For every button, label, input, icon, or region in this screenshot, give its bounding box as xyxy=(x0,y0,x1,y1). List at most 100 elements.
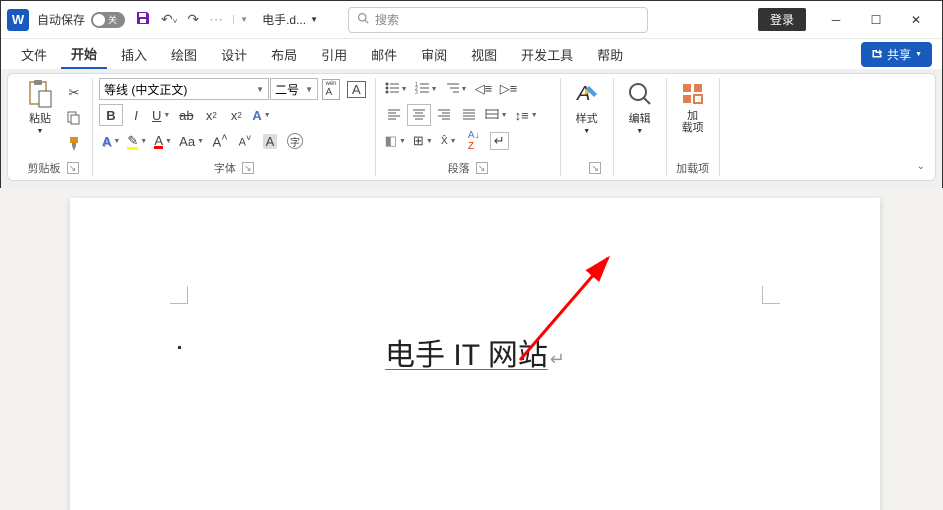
underline-button[interactable]: U▼ xyxy=(149,104,173,126)
shrink-font-button[interactable]: A˅ xyxy=(233,130,257,152)
title-bar: W 自动保存 关 ↶˅ ↷ ⋯ ▼ 电手.d... ▼ 搜索 登录 ─ ☐ ✕ xyxy=(1,1,942,39)
decrease-indent-button[interactable]: ◁≡ xyxy=(471,78,495,100)
svg-text:A: A xyxy=(576,83,590,105)
ribbon: 粘贴 ▼ ✂ 剪贴板↘ 等线 (中文正文)▼ 二号▼ wénA A B xyxy=(7,73,936,181)
align-left-icon xyxy=(387,108,401,123)
tab-insert[interactable]: 插入 xyxy=(111,41,157,68)
dialog-launcher-icon[interactable]: ↘ xyxy=(242,162,254,174)
text-effects-button[interactable]: A▼ xyxy=(249,104,273,126)
chevron-down-icon: ▼ xyxy=(197,138,204,145)
chevron-down-icon: ▼ xyxy=(501,112,508,119)
font-name-combo[interactable]: 等线 (中文正文)▼ xyxy=(99,78,269,100)
phonetic-guide-button[interactable]: wénA xyxy=(319,78,343,100)
grow-font-button[interactable]: A˄ xyxy=(208,130,232,152)
show-marks-button[interactable]: ↵ xyxy=(487,130,512,152)
superscript-button[interactable]: x2 xyxy=(224,104,248,126)
filename-display[interactable]: 电手.d... ▼ xyxy=(262,11,318,28)
char-border-button[interactable]: A xyxy=(344,78,369,100)
editing-button[interactable]: 编辑 ▼ xyxy=(620,78,660,137)
search-box[interactable]: 搜索 xyxy=(348,7,648,33)
sort-icon: A↓Z xyxy=(468,130,480,152)
font-name-value: 等线 (中文正文) xyxy=(104,81,187,98)
save-icon[interactable] xyxy=(135,10,151,29)
increase-indent-button[interactable]: ▷≡ xyxy=(496,78,520,100)
strikethrough-button[interactable]: ab xyxy=(174,104,198,126)
qat-more-icon[interactable]: ⋯ xyxy=(209,11,223,28)
chevron-down-icon: ▼ xyxy=(426,138,433,145)
quick-access-toolbar: ↶˅ ↷ ⋯ ▼ xyxy=(135,10,248,29)
bold-button[interactable]: B xyxy=(99,104,123,126)
shrink-font-icon: A˅ xyxy=(239,133,252,149)
tab-draw[interactable]: 绘图 xyxy=(161,41,207,68)
ribbon-tabs: 文件 开始 插入 绘图 设计 布局 引用 邮件 审阅 视图 开发工具 帮助 共享… xyxy=(1,39,942,69)
text-style-button[interactable]: A▼ xyxy=(99,130,123,152)
grow-font-icon: A˄ xyxy=(213,132,228,149)
tab-home[interactable]: 开始 xyxy=(61,40,107,69)
font-color-icon: A xyxy=(154,133,163,149)
undo-icon[interactable]: ↶˅ xyxy=(161,11,177,28)
sort-button[interactable]: A↓Z xyxy=(462,130,486,152)
tab-view[interactable]: 视图 xyxy=(461,41,507,68)
redo-icon[interactable]: ↷ xyxy=(187,11,199,28)
dialog-launcher-icon[interactable]: ↘ xyxy=(476,162,488,174)
chevron-down-icon: ▼ xyxy=(165,138,172,145)
share-icon xyxy=(871,47,883,62)
document-heading[interactable]: 电手 IT 网站↵ xyxy=(70,330,880,374)
tab-references[interactable]: 引用 xyxy=(311,41,357,68)
numbering-button[interactable]: 123▼ xyxy=(412,78,441,100)
paste-icon xyxy=(26,80,54,108)
align-center-button[interactable] xyxy=(407,104,431,126)
tab-file[interactable]: 文件 xyxy=(11,41,57,68)
font-color-button[interactable]: A▼ xyxy=(151,130,175,152)
close-button[interactable]: ✕ xyxy=(896,1,936,39)
styles-label: 样式 xyxy=(576,110,598,126)
tab-design[interactable]: 设计 xyxy=(211,41,257,68)
justify-button[interactable] xyxy=(457,104,481,126)
tab-review[interactable]: 审阅 xyxy=(411,41,457,68)
share-button[interactable]: 共享 ▼ xyxy=(861,42,932,67)
tab-layout[interactable]: 布局 xyxy=(261,41,307,68)
distribute-icon xyxy=(485,108,499,123)
autosave-toggle[interactable]: 自动保存 关 xyxy=(37,11,125,28)
dialog-launcher-icon[interactable]: ↘ xyxy=(67,162,79,174)
cut-button[interactable]: ✂ xyxy=(62,82,86,104)
enclose-char-button[interactable]: 字 xyxy=(283,130,307,152)
tab-help[interactable]: 帮助 xyxy=(587,41,633,68)
qat-dropdown-icon[interactable]: ▼ xyxy=(233,15,248,24)
distribute-button[interactable]: ▼ xyxy=(482,104,511,126)
copy-button[interactable] xyxy=(62,108,86,130)
format-painter-button[interactable] xyxy=(62,134,86,156)
maximize-button[interactable]: ☐ xyxy=(856,1,896,39)
change-case-button[interactable]: Aa▼ xyxy=(176,130,207,152)
asian-layout-button[interactable]: X̂▼ xyxy=(437,130,461,152)
chevron-down-icon: ▼ xyxy=(583,128,590,135)
paste-button[interactable]: 粘贴 ▼ xyxy=(20,78,60,137)
group-font: 等线 (中文正文)▼ 二号▼ wénA A B I U▼ ab x2 x2 A▼… xyxy=(93,78,376,176)
multilevel-button[interactable]: ▼ xyxy=(442,78,471,100)
bullets-button[interactable]: ▼ xyxy=(382,78,411,100)
group-addins: 加 载项 加载项 xyxy=(667,78,720,176)
borders-button[interactable]: ⊞▼ xyxy=(410,130,436,152)
line-spacing-button[interactable]: ↕≡▼ xyxy=(512,104,541,126)
login-button[interactable]: 登录 xyxy=(758,8,806,31)
font-size-combo[interactable]: 二号▼ xyxy=(270,78,318,100)
font-size-value: 二号 xyxy=(275,81,299,98)
align-center-icon xyxy=(412,108,426,123)
tab-mail[interactable]: 邮件 xyxy=(361,41,407,68)
styles-button[interactable]: A 样式 ▼ xyxy=(567,78,607,137)
highlight-button[interactable]: ✎▼ xyxy=(124,130,150,152)
addins-button[interactable]: 加 载项 xyxy=(673,78,713,136)
tab-developer[interactable]: 开发工具 xyxy=(511,41,583,68)
highlight-icon: ✎ xyxy=(127,133,138,150)
minimize-button[interactable]: ─ xyxy=(816,1,856,39)
align-left-button[interactable] xyxy=(382,104,406,126)
italic-button[interactable]: I xyxy=(124,104,148,126)
clear-format-button[interactable]: A xyxy=(258,130,282,152)
document-page[interactable]: 电手 IT 网站↵ xyxy=(70,198,880,510)
align-right-button[interactable] xyxy=(432,104,456,126)
dialog-launcher-icon[interactable]: ↘ xyxy=(589,162,601,174)
indent-icon: ▷≡ xyxy=(500,81,518,97)
shading-button[interactable]: ◧▼ xyxy=(382,130,409,152)
ribbon-collapse-icon[interactable]: ⌄ xyxy=(917,161,925,172)
subscript-button[interactable]: x2 xyxy=(199,104,223,126)
